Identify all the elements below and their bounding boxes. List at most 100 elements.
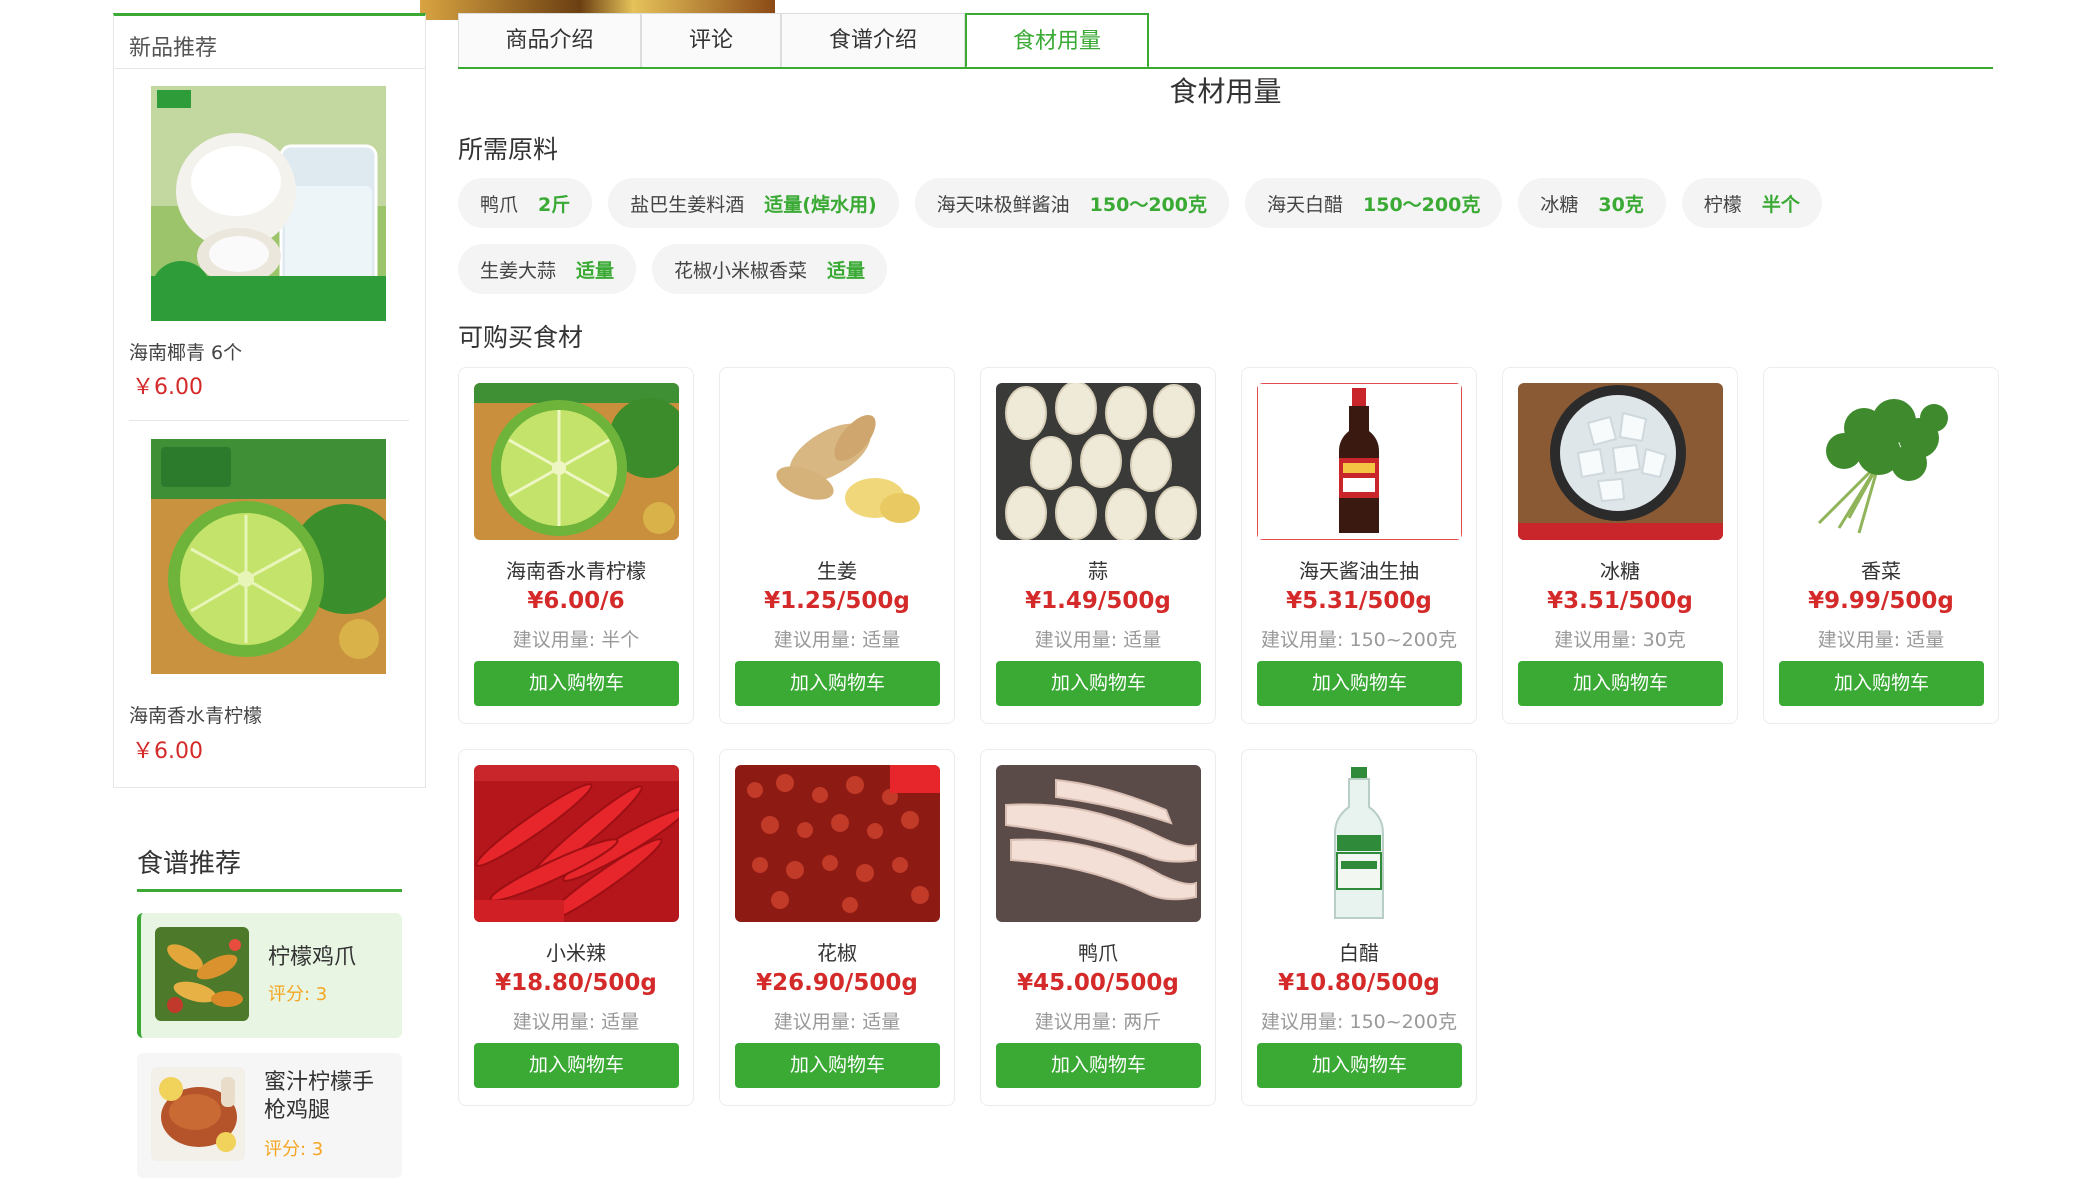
product-card: 海南香水青柠檬 ¥6.00/6 建议用量: 半个 加入购物车 (458, 367, 694, 724)
ingredient-name: 海天白醋 (1266, 193, 1343, 216)
add-to-cart-button[interactable]: 加入购物车 (996, 1043, 1201, 1088)
garlic-image[interactable] (996, 383, 1201, 540)
new-product-price: ￥6.00 (132, 375, 203, 400)
product-name[interactable]: 花椒 (720, 937, 954, 966)
add-to-cart-button[interactable]: 加入购物车 (1779, 661, 1984, 706)
product-usage: 建议用量: 适量 (512, 1011, 640, 1033)
new-product-item-lime[interactable]: 海南香水青柠檬 ￥6.00 (129, 439, 409, 769)
product-name[interactable]: 鸭爪 (981, 937, 1215, 966)
recipe-thumbnail[interactable] (151, 1067, 245, 1161)
ingredient-amount: 150～200克 (1363, 193, 1481, 216)
product-name[interactable]: 海天酱油生抽 (1242, 555, 1476, 584)
add-to-cart-button[interactable]: 加入购物车 (474, 661, 679, 706)
product-name[interactable]: 海南香水青柠檬 (459, 555, 693, 584)
product-price: ¥5.31/500g (1286, 588, 1432, 614)
buyable-ingredients-title: 可购买食材 (458, 323, 584, 352)
add-to-cart-button[interactable]: 加入购物车 (1518, 661, 1723, 706)
raw-materials-list: 鸭爪 2斤 盐巴生姜料酒 适量(焯水用) 海天味极鲜酱油 150～200克 海天白醋 1… (458, 178, 1998, 294)
product-price: ¥1.49/500g (1025, 588, 1171, 614)
add-to-cart-button[interactable]: 加入购物车 (474, 1043, 679, 1088)
coriander-image[interactable] (1779, 383, 1984, 540)
lime-image[interactable] (474, 383, 679, 540)
duck-feet-image[interactable] (996, 765, 1201, 922)
ingredient-amount: 适量 (576, 259, 615, 282)
soy-sauce-image[interactable] (1257, 383, 1462, 540)
ingredient-name: 海天味极鲜酱油 (936, 193, 1070, 216)
tab-comments[interactable]: 评论 (641, 13, 781, 69)
ingredient-amount: 半个 (1761, 193, 1800, 216)
raw-materials-title: 所需原料 (458, 135, 559, 164)
tab-product-intro[interactable]: 商品介绍 (458, 13, 641, 69)
page: 新品推荐 海南椰青 6个 ￥6.00 海南香水青柠檬 ￥6.00 食谱推荐 柠檬… (0, 0, 2099, 1183)
product-price: ¥3.51/500g (1547, 588, 1693, 614)
product-name[interactable]: 蒜 (981, 555, 1215, 584)
product-name[interactable]: 小米辣 (459, 937, 693, 966)
ingredient-name: 花椒小米椒香菜 (674, 259, 808, 282)
product-price: ¥9.99/500g (1808, 588, 1954, 614)
add-to-cart-button[interactable]: 加入购物车 (1257, 661, 1462, 706)
tab-ingredient-amount[interactable]: 食材用量 (965, 13, 1149, 69)
lime-image[interactable] (151, 439, 386, 674)
product-price: ¥18.80/500g (495, 970, 657, 996)
product-usage: 建议用量: 两斤 (1034, 1011, 1162, 1033)
recipe-name[interactable]: 柠檬鸡爪 (268, 944, 356, 972)
new-product-name[interactable]: 海南椰青 6个 (129, 338, 242, 365)
chili-image[interactable] (474, 765, 679, 922)
ingredient-chip: 生姜大蒜 适量 (458, 244, 637, 294)
product-card: 蒜 ¥1.49/500g 建议用量: 适量 加入购物车 (980, 367, 1216, 724)
product-usage: 建议用量: 适量 (1817, 629, 1945, 651)
ginger-image[interactable] (735, 383, 940, 540)
recipe-title-underline (137, 889, 402, 892)
product-card: 生姜 ¥1.25/500g 建议用量: 适量 加入购物车 (719, 367, 955, 724)
ingredient-chip: 柠檬 半个 (1681, 178, 1822, 228)
section-heading: 食材用量 (1169, 75, 1282, 108)
ingredient-chip: 海天味极鲜酱油 150～200克 (914, 178, 1229, 228)
ingredient-chip: 鸭爪 2斤 (458, 178, 593, 228)
ingredient-amount: 2斤 (538, 193, 571, 216)
product-name[interactable]: 白醋 (1242, 937, 1476, 966)
recipe-card-honey-lemon-drumstick[interactable]: 蜜汁柠檬手枪鸡腿 评分: 3 (137, 1053, 402, 1178)
ingredient-chip: 海天白醋 150～200克 (1244, 178, 1503, 228)
recipe-recommend-title: 食谱推荐 (137, 849, 242, 879)
product-usage: 建议用量: 30克 (1554, 629, 1686, 651)
divider (129, 420, 409, 421)
white-vinegar-image[interactable] (1257, 765, 1462, 922)
ingredient-chip: 花椒小米椒香菜 适量 (652, 244, 888, 294)
product-name[interactable]: 冰糖 (1503, 555, 1737, 584)
product-usage: 建议用量: 适量 (773, 629, 901, 651)
new-product-price: ￥6.00 (132, 739, 203, 764)
tab-recipe-intro[interactable]: 食谱介绍 (781, 13, 965, 69)
product-name[interactable]: 香菜 (1764, 555, 1998, 584)
product-name[interactable]: 生姜 (720, 555, 954, 584)
new-product-name[interactable]: 海南香水青柠檬 (129, 701, 262, 728)
product-card: 海天酱油生抽 ¥5.31/500g 建议用量: 150~200克 加入购物车 (1241, 367, 1477, 724)
ingredient-name: 冰糖 (1540, 193, 1579, 216)
product-price: ¥6.00/6 (527, 588, 625, 614)
sichuan-pepper-image[interactable] (735, 765, 940, 922)
ingredient-chip: 盐巴生姜料酒 适量(焯水用) (608, 178, 899, 228)
ingredient-amount: 30克 (1598, 193, 1644, 216)
product-card: 鸭爪 ¥45.00/500g 建议用量: 两斤 加入购物车 (980, 749, 1216, 1106)
product-usage: 建议用量: 适量 (1034, 629, 1162, 651)
ingredient-amount: 150～200克 (1089, 193, 1207, 216)
add-to-cart-button[interactable]: 加入购物车 (996, 661, 1201, 706)
tab-underline (458, 67, 1993, 69)
rock-sugar-image[interactable] (1518, 383, 1723, 540)
product-card: 白醋 ¥10.80/500g 建议用量: 150~200克 加入购物车 (1241, 749, 1477, 1106)
coconut-image[interactable] (151, 86, 386, 321)
recipe-name[interactable]: 蜜汁柠檬手枪鸡腿 (264, 1069, 389, 1125)
product-usage: 建议用量: 适量 (773, 1011, 901, 1033)
product-price: ¥26.90/500g (756, 970, 918, 996)
product-usage: 建议用量: 150~200克 (1261, 629, 1457, 651)
add-to-cart-button[interactable]: 加入购物车 (1257, 1043, 1462, 1088)
detail-tabs: 商品介绍 评论 食谱介绍 食材用量 (458, 13, 1149, 69)
ingredient-name: 盐巴生姜料酒 (630, 193, 745, 216)
new-product-item-coconut[interactable]: 海南椰青 6个 ￥6.00 (129, 86, 409, 416)
recipe-thumbnail[interactable] (155, 927, 249, 1021)
product-usage: 建议用量: 半个 (512, 629, 640, 651)
product-card: 小米辣 ¥18.80/500g 建议用量: 适量 加入购物车 (458, 749, 694, 1106)
recipe-card-lemon-chicken-feet[interactable]: 柠檬鸡爪 评分: 3 (137, 913, 402, 1038)
add-to-cart-button[interactable]: 加入购物车 (735, 661, 940, 706)
add-to-cart-button[interactable]: 加入购物车 (735, 1043, 940, 1088)
product-card: 冰糖 ¥3.51/500g 建议用量: 30克 加入购物车 (1502, 367, 1738, 724)
